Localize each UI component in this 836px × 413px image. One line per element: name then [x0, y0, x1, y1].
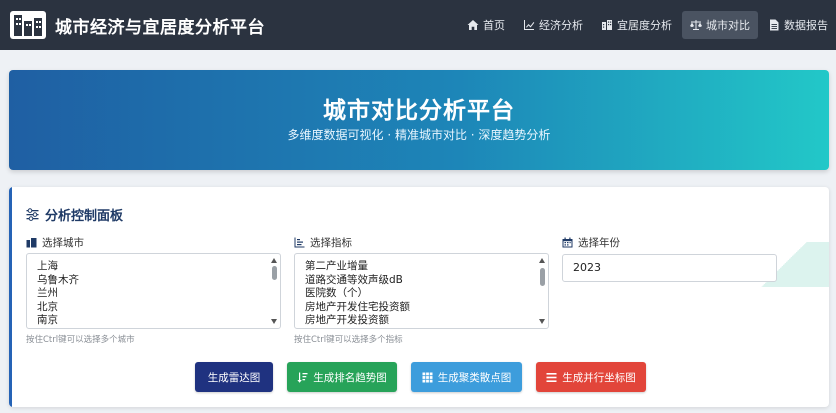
indicator-option[interactable]: 第二产业增量: [295, 260, 548, 274]
file-icon: [770, 19, 779, 31]
building-icon: [602, 20, 612, 30]
indicator-hint: 按住Ctrl键可以选择多个指标: [294, 335, 403, 345]
ranking-button-label: 生成排名趋势图: [313, 371, 387, 384]
panel-header: 分析控制面板: [26, 205, 123, 224]
year-label: 选择年份: [562, 235, 620, 250]
parallel-button-label: 生成并行坐标图: [562, 371, 636, 384]
navbar: 城市经济与宜居度分析平台 首页 经济分析 宜居度分析 城市对比 数据报告: [0, 0, 836, 50]
indicator-label: 选择指标: [294, 235, 352, 250]
city-label-text: 选择城市: [42, 237, 84, 249]
sliders-icon: [26, 208, 39, 221]
scroll-thumb[interactable]: [272, 266, 277, 280]
parallel-coordinates-button[interactable]: 生成并行坐标图: [536, 362, 646, 392]
nav-item-compare[interactable]: 城市对比: [682, 11, 758, 39]
balance-scale-icon: [690, 20, 702, 30]
list-icon: [546, 372, 557, 382]
city-hint: 按住Ctrl键可以选择多个城市: [26, 335, 135, 345]
scroll-up-icon[interactable]: [539, 258, 545, 263]
scroll-up-icon[interactable]: [271, 258, 277, 263]
cluster-scatter-button[interactable]: 生成聚类散点图: [411, 362, 522, 392]
scroll-down-icon[interactable]: [271, 319, 277, 324]
city-option[interactable]: 兰州: [27, 287, 280, 301]
city-select[interactable]: 上海 乌鲁木齐 兰州 北京 南京: [26, 253, 281, 329]
hero-banner: 城市对比分析平台 多维度数据可视化 · 精准城市对比 · 深度趋势分析: [9, 70, 829, 170]
radar-chart-button[interactable]: 生成雷达图: [195, 362, 273, 392]
city-option[interactable]: 北京: [27, 301, 280, 315]
indicator-option[interactable]: 医院数（个）: [295, 287, 548, 301]
nav-item-livability[interactable]: 宜居度分析: [593, 11, 680, 39]
indicator-option[interactable]: 道路交通等效声级dB: [295, 274, 548, 288]
control-panel: 分析控制面板 选择城市 上海 乌鲁木齐 兰州 北京 南京 按住Ctrl键可以选择…: [9, 187, 829, 407]
nav-item-label: 宜居度分析: [617, 19, 672, 32]
city-buildings-icon: [10, 11, 46, 39]
main-nav: 首页 经济分析 宜居度分析 城市对比 数据报告: [457, 0, 836, 50]
ranking-trend-button[interactable]: 生成排名趋势图: [287, 362, 397, 392]
indicator-label-text: 选择指标: [310, 237, 352, 249]
cluster-button-label: 生成聚类散点图: [437, 371, 512, 384]
city-scrollbar[interactable]: [271, 256, 278, 326]
city-option[interactable]: 乌鲁木齐: [27, 274, 280, 288]
panel-title: 分析控制面板: [45, 209, 124, 224]
grid-icon: [422, 372, 433, 382]
nav-item-economy[interactable]: 经济分析: [515, 11, 591, 39]
nav-item-label: 经济分析: [539, 19, 583, 32]
indicator-option[interactable]: 房地产开发投资额: [295, 314, 548, 328]
city-label: 选择城市: [26, 235, 84, 250]
indicator-scrollbar[interactable]: [539, 256, 546, 326]
indicator-option[interactable]: 房地产开发住宅投资额: [295, 301, 548, 315]
hero-title: 城市对比分析平台: [323, 98, 515, 124]
scroll-down-icon[interactable]: [539, 319, 545, 324]
city-option[interactable]: 上海: [27, 260, 280, 274]
year-label-text: 选择年份: [578, 237, 620, 249]
year-input[interactable]: 2023: [562, 254, 777, 282]
city-icon: [26, 238, 37, 248]
nav-item-label: 数据报告: [784, 19, 828, 32]
indicator-select[interactable]: 第二产业增量 道路交通等效声级dB 医院数（个） 房地产开发住宅投资额 房地产开…: [294, 253, 549, 329]
city-option[interactable]: 南京: [27, 314, 280, 328]
nav-item-home[interactable]: 首页: [459, 11, 513, 39]
nav-item-label: 首页: [483, 19, 505, 32]
scroll-thumb[interactable]: [540, 268, 545, 286]
panel-accent-bar: [9, 187, 12, 407]
home-icon: [467, 20, 479, 30]
nav-item-report[interactable]: 数据报告: [760, 11, 836, 39]
calendar-icon: [562, 237, 573, 248]
bar-chart-icon: [294, 237, 305, 248]
line-chart-icon: [524, 20, 535, 30]
sort-amount-icon: [297, 372, 308, 383]
hero-subtitle: 多维度数据可视化 · 精准城市对比 · 深度趋势分析: [287, 128, 551, 142]
radar-button-label: 生成雷达图: [207, 371, 261, 384]
brand[interactable]: 城市经济与宜居度分析平台: [9, 10, 265, 40]
nav-item-label: 城市对比: [706, 19, 750, 32]
app-title: 城市经济与宜居度分析平台: [55, 17, 265, 38]
